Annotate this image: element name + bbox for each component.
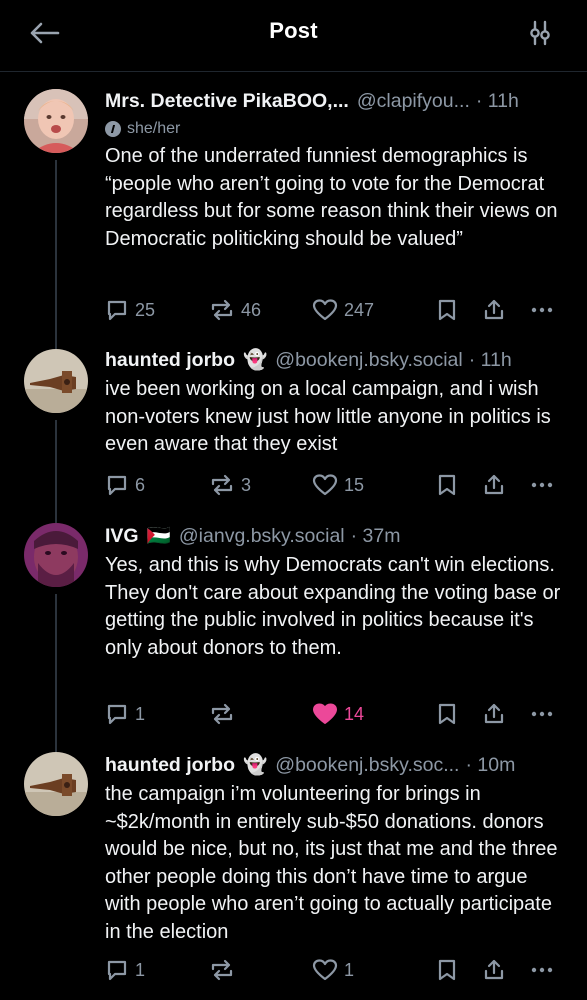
post: haunted jorbo 👻 @bookenj.bsky.soc... · 1… bbox=[0, 0, 587, 1000]
heart-icon bbox=[312, 959, 338, 981]
thread-connector bbox=[55, 745, 57, 752]
post-header: haunted jorbo 👻 @bookenj.bsky.soc... · 1… bbox=[105, 751, 565, 779]
reply-button[interactable]: 1 bbox=[105, 955, 145, 985]
reply-count: 1 bbox=[135, 959, 146, 980]
ghost-emoji: 👻 bbox=[243, 754, 268, 776]
repost-button[interactable] bbox=[209, 955, 241, 985]
repost-icon bbox=[211, 959, 233, 981]
avatar[interactable] bbox=[24, 752, 88, 816]
post-text: the campaign i’m volunteering for brings… bbox=[105, 783, 558, 943]
author-name[interactable]: haunted jorbo bbox=[105, 754, 235, 777]
post-actions: 1 1 bbox=[105, 955, 565, 985]
more-options-button[interactable] bbox=[529, 955, 555, 985]
bookmark-button[interactable] bbox=[436, 955, 458, 985]
like-button[interactable]: 1 bbox=[312, 955, 354, 985]
author-handle[interactable]: @bookenj.bsky.soc... bbox=[275, 754, 459, 777]
post-time[interactable]: · 10m bbox=[465, 754, 515, 777]
more-icon bbox=[531, 967, 553, 973]
share-icon bbox=[484, 959, 504, 980]
comment-icon bbox=[107, 960, 127, 981]
bookmark-icon bbox=[438, 959, 456, 981]
like-count: 1 bbox=[344, 959, 355, 980]
share-button[interactable] bbox=[482, 955, 506, 985]
